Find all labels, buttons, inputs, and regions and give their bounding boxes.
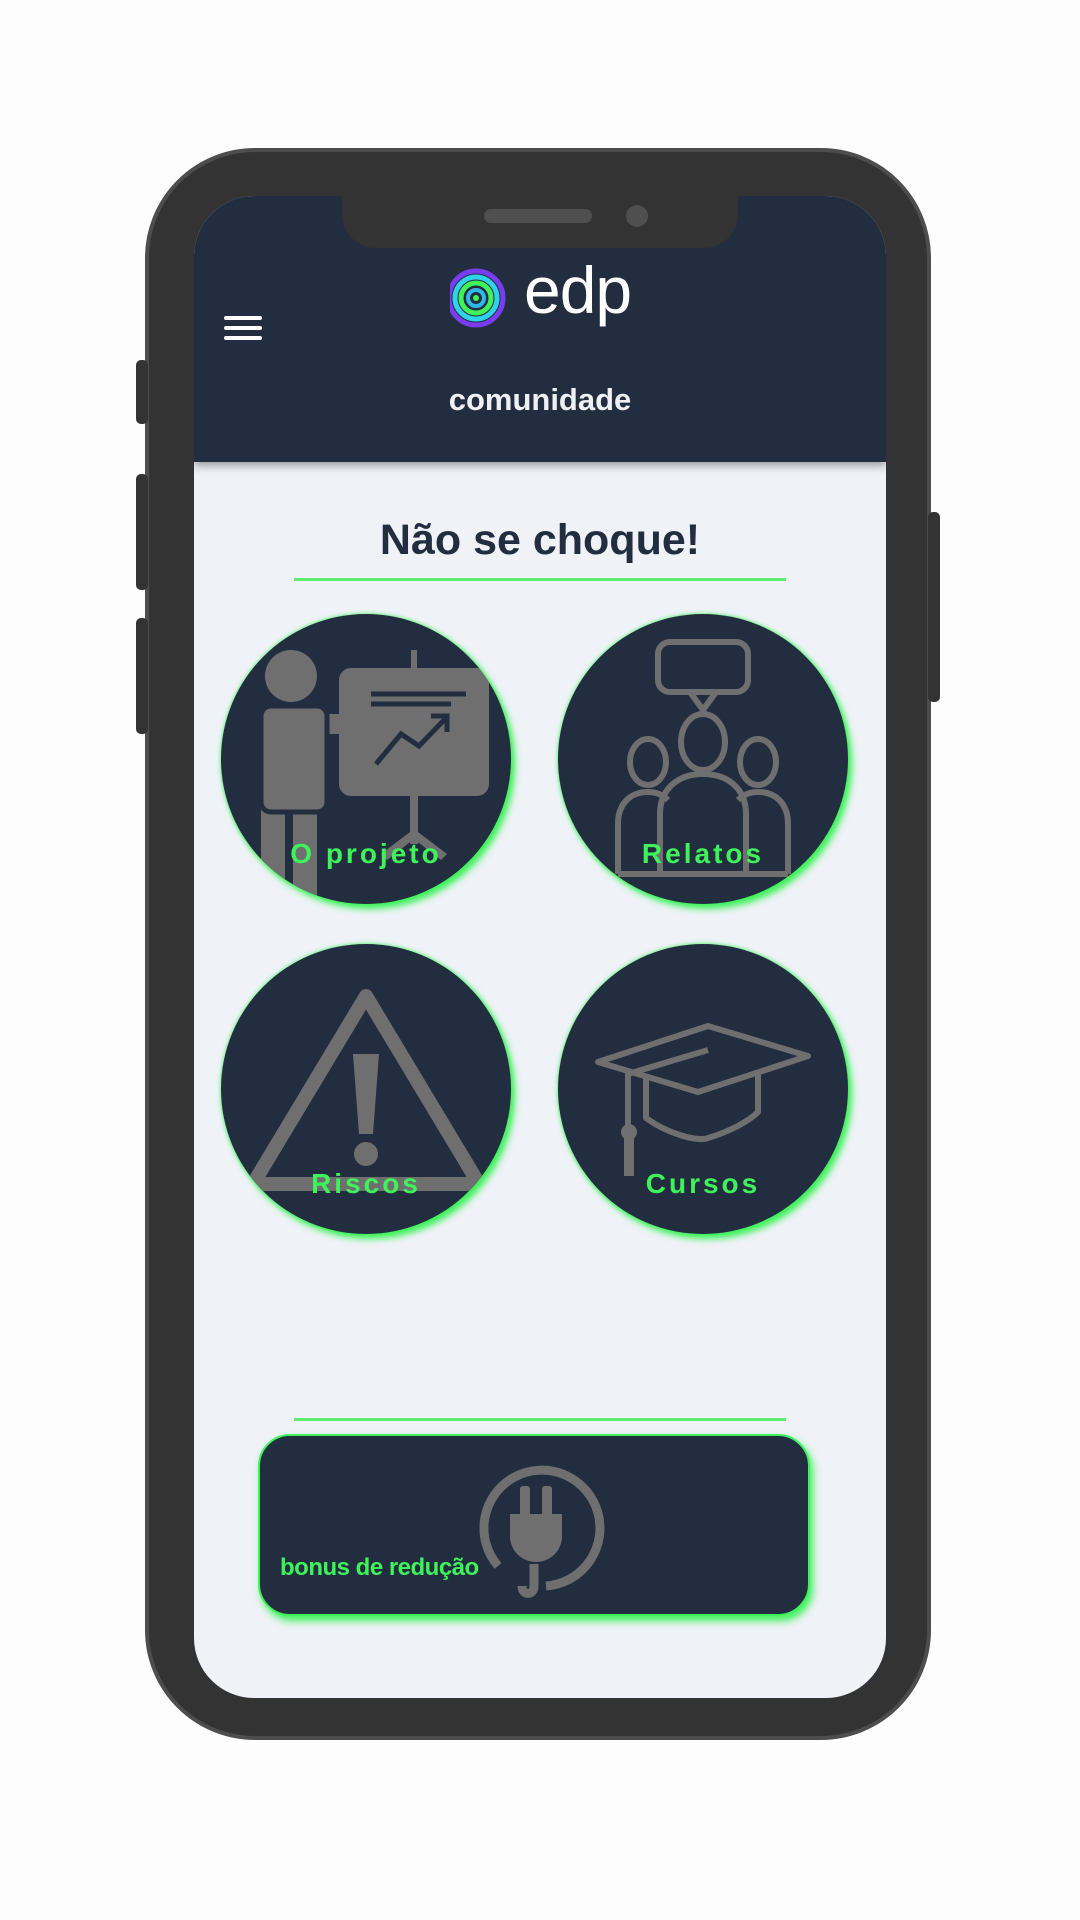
tile-label: O projeto	[290, 838, 442, 869]
brand-name: edp	[524, 253, 632, 327]
header-subtitle: comunidade	[448, 382, 632, 417]
app-header: edp comunidade	[194, 196, 886, 462]
volume-down-button	[136, 618, 148, 734]
bonus-reducao-card[interactable]: bonus de redução	[258, 1434, 810, 1616]
mute-switch	[136, 360, 148, 424]
tile-relatos[interactable]: Relatos	[558, 614, 848, 904]
tile-label: Relatos	[641, 838, 765, 869]
front-camera	[626, 205, 648, 227]
bonus-label: bonus de redução	[280, 1554, 479, 1581]
app-screen: edp comunidade Não se choque! O projeto …	[194, 196, 886, 1698]
volume-up-button	[136, 474, 148, 590]
power-button	[928, 512, 940, 702]
speaker-grille	[484, 209, 592, 223]
title-divider	[294, 578, 786, 581]
tile-label: Cursos	[645, 1168, 761, 1199]
tile-o-projeto[interactable]: O projeto	[221, 614, 511, 904]
page-title: Não se choque!	[379, 516, 701, 564]
bonus-divider	[294, 1418, 786, 1421]
hamburger-menu-icon[interactable]	[224, 316, 264, 348]
tile-cursos[interactable]: Cursos	[558, 944, 848, 1234]
phone-notch	[342, 196, 738, 248]
power-plug-icon	[479, 1465, 605, 1598]
tile-riscos[interactable]: Riscos	[221, 944, 511, 1234]
tile-label: Riscos	[311, 1168, 421, 1199]
